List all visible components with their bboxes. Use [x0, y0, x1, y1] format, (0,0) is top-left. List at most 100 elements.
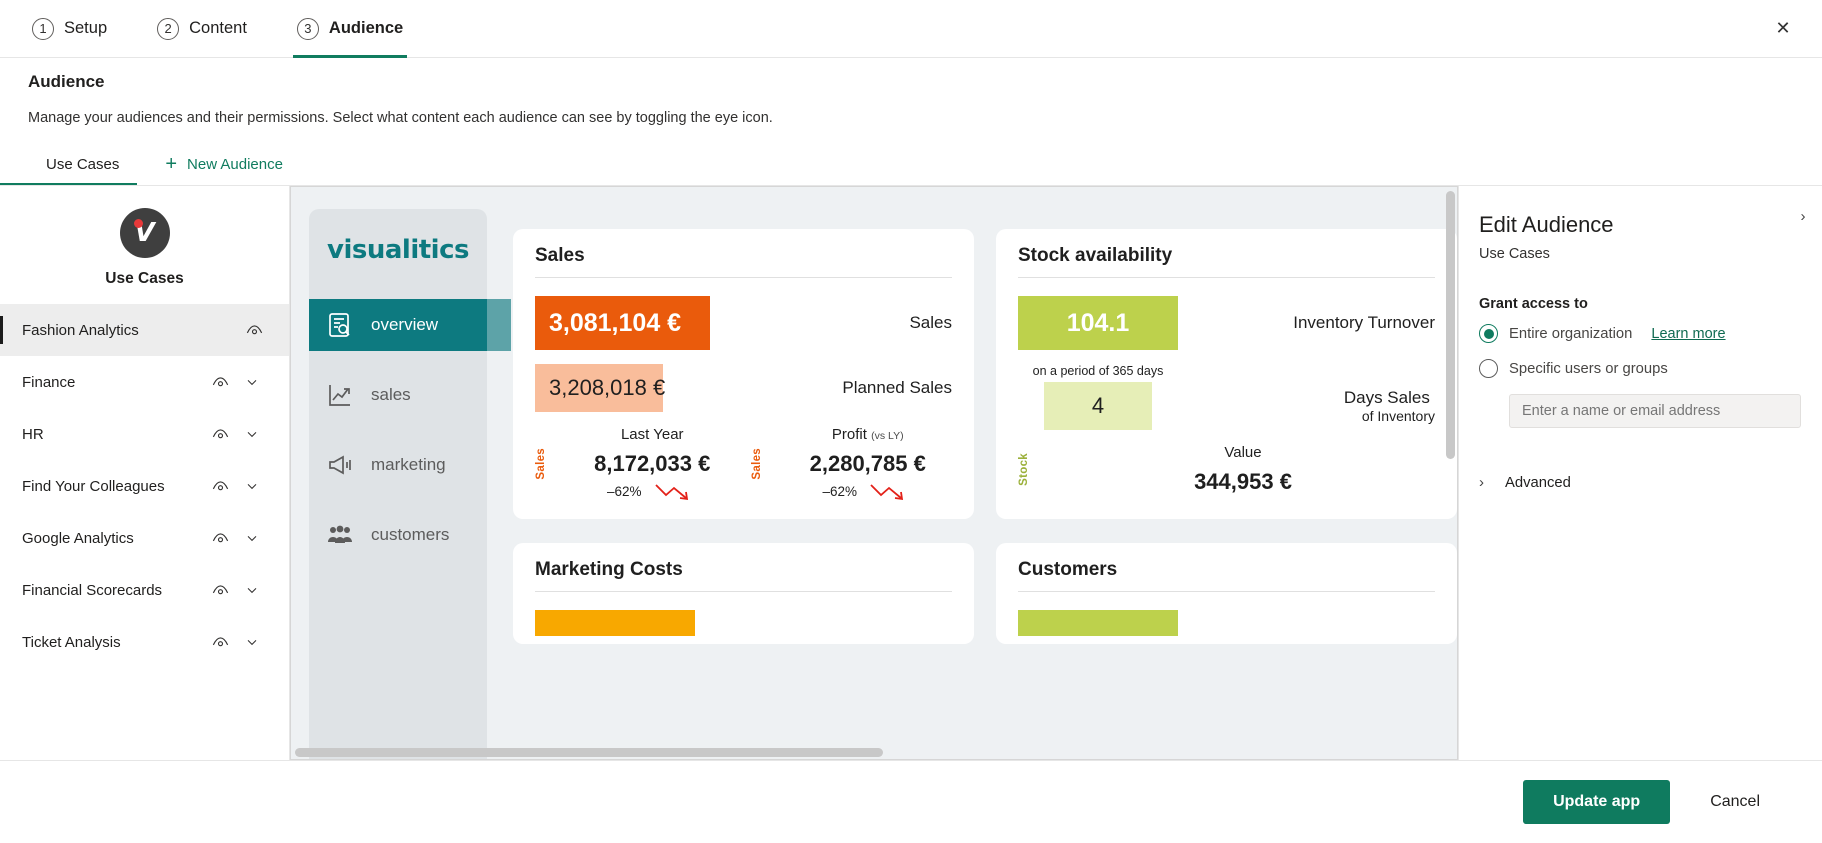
chevron-down-icon[interactable]	[235, 582, 269, 598]
dash-nav-customers[interactable]: customers	[309, 509, 487, 561]
people-icon	[325, 520, 355, 550]
radio-label: Entire organization	[1509, 325, 1633, 342]
chevron-down-icon[interactable]	[235, 530, 269, 546]
dash-nav-overview[interactable]: overview	[309, 299, 511, 351]
dash-nav-sales[interactable]: sales	[309, 369, 487, 421]
wizard-step-content[interactable]: 2 Content	[153, 0, 251, 58]
kpi-caption: Inventory Turnover	[1293, 313, 1435, 332]
eye-icon[interactable]	[205, 477, 235, 496]
wizard-step-audience[interactable]: 3 Audience	[292, 0, 408, 58]
axis-group: Sales	[535, 426, 558, 501]
list-item[interactable]: Financial Scorecards	[0, 564, 289, 616]
dash-nav-marketing[interactable]: marketing	[309, 439, 487, 491]
new-audience-button[interactable]: + New Audience	[137, 143, 301, 185]
card-title: Sales	[535, 245, 585, 266]
eye-icon[interactable]	[205, 425, 235, 444]
sales-primary-kpi: 3,081,104 € Sales	[535, 296, 952, 350]
step-label: Setup	[64, 19, 108, 37]
cancel-button[interactable]: Cancel	[1706, 793, 1764, 811]
step-label: Audience	[328, 19, 404, 37]
preview-vertical-scrollbar[interactable]	[1446, 191, 1455, 459]
radio-indicator[interactable]	[1479, 359, 1498, 378]
audience-name: Financial Scorecards	[22, 581, 163, 599]
edit-panel-subtitle: Use Cases	[1479, 246, 1550, 262]
metric-body: Value 344,953 €	[1051, 444, 1435, 495]
divider	[535, 277, 952, 278]
list-item[interactable]: Finance	[0, 356, 289, 408]
audience-name: Ticket Analysis	[22, 633, 121, 651]
dash-nav-label: sales	[371, 385, 411, 404]
audience-name: Find Your Colleagues	[22, 477, 165, 495]
visualitics-logo-icon: V	[119, 208, 170, 258]
card-title: Marketing Costs	[535, 559, 683, 580]
wizard-stepper: 1 Setup 2 Content 3 Audience ✕	[0, 0, 1822, 58]
audience-tabs: Use Cases + New Audience	[0, 144, 1822, 186]
metric-body: Last Year 8,172,033 € –62%	[568, 426, 737, 501]
radio-indicator[interactable]	[1479, 324, 1498, 343]
content-preview: visualitics overview sales marketing cus…	[290, 186, 1458, 760]
step-label: Content	[189, 19, 247, 37]
radio-entire-organization[interactable]: Entire organization Learn more	[1479, 324, 1798, 343]
metric-value: 2,280,785 €	[809, 451, 926, 476]
radio-label: Specific users or groups	[1509, 360, 1668, 377]
list-item[interactable]: Ticket Analysis	[0, 616, 289, 668]
eye-icon[interactable]	[205, 633, 235, 652]
metric-pct: –62%	[822, 483, 858, 499]
radio-specific-users[interactable]: Specific users or groups	[1479, 359, 1798, 378]
chevron-down-icon[interactable]	[235, 478, 269, 494]
list-item[interactable]: Find Your Colleagues	[0, 460, 289, 512]
kpi-value: 3,208,018 €	[535, 364, 665, 412]
dashboard-main: Sales 3,081,104 € Sales 3,208,018 € Plan…	[487, 209, 1457, 759]
card-title: Stock availability	[1018, 245, 1173, 266]
chevron-down-icon[interactable]	[235, 634, 269, 650]
audience-wizard-dialog: 1 Setup 2 Content 3 Audience ✕ Audience …	[0, 0, 1822, 843]
axis-label: Sales	[750, 447, 763, 480]
close-icon[interactable]: ✕	[1766, 12, 1800, 46]
card-marketing-costs: Marketing Costs	[513, 543, 974, 644]
dashboard-row-1: Sales 3,081,104 € Sales 3,208,018 € Plan…	[513, 229, 1457, 519]
chevron-down-icon[interactable]	[235, 374, 269, 390]
dashboard-preview: visualitics overview sales marketing cus…	[291, 187, 1457, 759]
stock-metrics: Stock Value 344,953 €	[1018, 444, 1435, 495]
metric-title: Profit (vs LY)	[784, 426, 953, 443]
metric-vs: (vs LY)	[871, 430, 904, 442]
card-sales: Sales 3,081,104 € Sales 3,208,018 € Plan…	[513, 229, 974, 519]
preview-horizontal-scrollbar[interactable]	[295, 748, 883, 757]
kpi-caption: Planned Sales	[842, 378, 952, 397]
stock-primary-kpi: 104.1 Inventory Turnover	[1018, 296, 1435, 350]
learn-more-link[interactable]: Learn more	[1651, 326, 1725, 342]
edit-panel-title: Edit Audience	[1479, 212, 1614, 237]
audience-brand: V Use Cases	[0, 186, 289, 304]
chevron-down-icon[interactable]	[235, 426, 269, 442]
eye-icon[interactable]	[239, 321, 269, 340]
axis-label: Stock	[1018, 453, 1030, 486]
list-item[interactable]: HR	[0, 408, 289, 460]
metric-value: 8,172,033 €	[594, 451, 711, 476]
expand-panel-icon[interactable]: ›	[1792, 208, 1814, 225]
page-title: Audience	[28, 72, 105, 91]
marketing-bar	[535, 610, 695, 636]
metric-value: 344,953 €	[1194, 469, 1292, 494]
tab-use-cases[interactable]: Use Cases	[0, 143, 138, 185]
eye-icon[interactable]	[205, 581, 235, 600]
line-chart-icon	[325, 380, 355, 410]
user-or-group-input[interactable]	[1509, 394, 1801, 428]
dialog-footer: Update app Cancel	[0, 760, 1822, 843]
step-number: 2	[157, 17, 180, 40]
list-item[interactable]: Google Analytics	[0, 512, 289, 564]
list-item[interactable]: Fashion Analytics	[0, 304, 289, 356]
audience-name: Finance	[22, 373, 76, 391]
chevron-right-icon: ›	[1479, 474, 1484, 491]
kpi-value: 4	[1044, 382, 1152, 430]
update-app-button[interactable]: Update app	[1523, 780, 1671, 824]
axis-group: Stock	[1018, 444, 1041, 495]
card-stock-availability: Stock availability 104.1 Inventory Turno…	[996, 229, 1457, 519]
eye-icon[interactable]	[205, 373, 235, 392]
metric-title: Last Year	[568, 426, 737, 443]
audience-list-panel: V Use Cases Fashion Analytics Finance HR…	[0, 186, 290, 760]
wizard-step-setup[interactable]: 1 Setup	[28, 0, 111, 58]
eye-icon[interactable]	[205, 529, 235, 548]
sales-secondary-kpi: 3,208,018 € Planned Sales	[535, 364, 952, 412]
tab-label: Use Cases	[46, 155, 120, 173]
advanced-section-toggle[interactable]: › Advanced	[1479, 474, 1798, 491]
